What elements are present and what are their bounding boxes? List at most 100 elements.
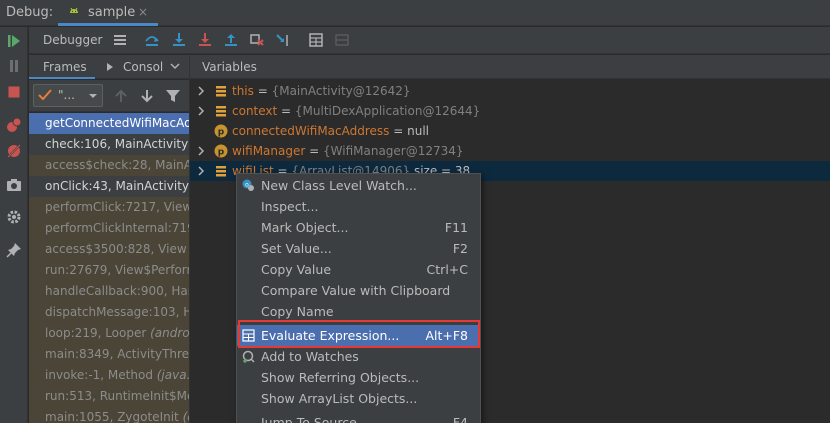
tab-sample[interactable]: sample × (58, 0, 158, 26)
settings-gear-icon[interactable] (6, 209, 22, 225)
variable-equals: = (305, 144, 323, 158)
menu-item-label: Show ArrayList Objects... (261, 391, 418, 406)
tab-console[interactable]: Consol (123, 60, 163, 74)
variable-row[interactable]: context = {MultiDexApplication@12644} (190, 101, 830, 121)
filter-icon[interactable] (165, 88, 181, 104)
drop-frame-icon[interactable] (249, 32, 265, 48)
arrow-up-icon[interactable] (113, 88, 129, 104)
svg-text:p: p (218, 128, 225, 138)
mute-breakpoints-icon[interactable] (6, 143, 22, 159)
tab-debugger[interactable]: Debugger (43, 33, 102, 47)
menu-item-jump-to-source[interactable]: Jump To Source F4 (237, 412, 480, 423)
debugger-toolbar: Debugger (29, 27, 830, 54)
frame-row[interactable]: access$3500:828, View (a (29, 239, 189, 260)
variable-type: {WifiManager@12734} (323, 144, 464, 158)
thread-dropdown[interactable]: "... (33, 84, 103, 107)
frame-row[interactable]: main:8349, ActivityThreac (29, 344, 189, 365)
frame-method: run:513, RuntimeInit$Me (45, 389, 189, 403)
variable-text: wifiManager = {WifiManager@12734} (232, 141, 464, 161)
frame-row[interactable]: handleCallback:900, Han (29, 281, 189, 302)
menu-item-add-to-watches[interactable]: Add to Watches (237, 346, 480, 367)
frame-method: onClick:43, MainActivity$ (45, 179, 189, 193)
menu-item-label: Mark Object... (261, 220, 349, 235)
checkmark-icon (38, 89, 52, 101)
menu-item-evaluate-expression[interactable]: Evaluate Expression... Alt+F8 (237, 325, 480, 346)
frame-method: main:1055, ZygoteInit (45, 410, 183, 423)
variables-header: Variables (190, 55, 830, 79)
step-out-icon[interactable] (223, 32, 239, 48)
pause-icon[interactable] (6, 58, 22, 74)
pin-icon[interactable] (6, 242, 22, 258)
frame-method: handleCallback:900, Han (45, 284, 189, 298)
field-icon (216, 106, 226, 117)
frame-class: (java. (156, 368, 189, 382)
force-step-into-icon[interactable] (197, 32, 213, 48)
evaluate-expression-icon[interactable] (308, 32, 324, 48)
run-to-cursor-icon[interactable] (275, 32, 291, 48)
menu-item-shortcut: F11 (444, 220, 468, 235)
menu-item-label: Jump To Source (261, 415, 357, 423)
trace-icon[interactable] (334, 32, 350, 48)
menu-item-show-referring-objects[interactable]: Show Referring Objects... (237, 367, 480, 388)
frame-row[interactable]: onClick:43, MainActivity$ (29, 176, 189, 197)
variable-row[interactable]: this = {MainActivity@12642} (190, 81, 830, 101)
frame-row[interactable]: dispatchMessage:103, H (29, 302, 189, 323)
frame-row[interactable]: run:27679, View$Perform (29, 260, 189, 281)
menu-item-shortcut: F4 (452, 415, 468, 423)
menu-item-copy-name[interactable]: Copy Name (237, 301, 480, 322)
hamburger-menu-icon[interactable] (112, 32, 128, 48)
calculator-icon (242, 329, 255, 342)
resume-icon[interactable] (6, 33, 22, 49)
view-breakpoints-icon[interactable] (6, 117, 22, 133)
variable-row[interactable]: p wifiManager = {WifiManager@12734} (190, 141, 830, 161)
menu-item-label: Compare Value with Clipboard (261, 283, 451, 298)
variable-equals: = (277, 104, 295, 118)
step-into-icon[interactable] (171, 32, 187, 48)
menu-item-new-class-level-watch[interactable]: o New Class Level Watch... (237, 175, 480, 196)
menu-item-mark-object[interactable]: Mark Object... F11 (237, 217, 480, 238)
menu-item-label: New Class Level Watch... (261, 178, 417, 193)
expand-chevron-icon[interactable] (196, 105, 206, 117)
frame-row[interactable]: check:106, MainActivity ( (29, 134, 189, 155)
frame-method: main:8349, ActivityThreac (45, 347, 189, 361)
menu-item-set-value[interactable]: Set Value... F2 (237, 238, 480, 259)
frame-row[interactable]: run:513, RuntimeInit$Me (29, 386, 189, 407)
variable-type: {MultiDexApplication@12644} (294, 104, 481, 118)
stop-icon[interactable] (6, 84, 22, 100)
frame-row[interactable]: performClickInternal:719 (29, 218, 189, 239)
camera-icon[interactable] (6, 177, 22, 193)
frame-row[interactable]: getConnectedWifiMacAd (29, 113, 189, 134)
close-tab-icon[interactable]: × (138, 5, 148, 19)
menu-item-compare-value-with-clipboard[interactable]: Compare Value with Clipboard (237, 280, 480, 301)
variable-name: wifiManager (232, 144, 306, 158)
context-menu: o New Class Level Watch... Inspect... Mark … (236, 173, 481, 423)
variable-name: this (232, 84, 254, 98)
chevron-down-icon[interactable] (169, 58, 181, 74)
frame-row[interactable]: main:1055, ZygoteInit (co (29, 407, 189, 423)
svg-text:o: o (245, 182, 249, 189)
left-toolbar (0, 27, 28, 423)
frame-row[interactable]: loop:219, Looper (andro (29, 323, 189, 344)
frame-method: run:27679, View$Perform (45, 263, 189, 277)
frame-row[interactable]: invoke:-1, Method (java. (29, 365, 189, 386)
menu-item-show-arraylist-objects[interactable]: Show ArrayList Objects... (237, 388, 480, 409)
frame-row[interactable]: access$check:28, MainA (29, 155, 189, 176)
variable-name: connectedWifiMacAddress (232, 124, 390, 138)
variable-row[interactable]: p connectedWifiMacAddress = null (190, 121, 830, 141)
expand-chevron-icon[interactable] (196, 85, 206, 97)
expand-chevron-icon[interactable] (196, 165, 206, 177)
watch-icon: o (242, 179, 254, 191)
frame-method: performClickInternal:719 (45, 221, 189, 235)
menu-item-inspect[interactable]: Inspect... (237, 196, 480, 217)
debug-label: Debug: (6, 5, 54, 20)
tab-frames[interactable]: Frames (29, 55, 95, 79)
menu-item-label: Copy Name (261, 304, 334, 319)
menu-item-label: Evaluate Expression... (261, 328, 400, 343)
expand-chevron-icon[interactable] (196, 145, 206, 157)
step-over-icon[interactable] (144, 32, 160, 48)
arrow-down-icon[interactable] (139, 88, 155, 104)
menu-item-shortcut: F2 (452, 241, 468, 256)
frame-method: check:106, MainActivity (45, 137, 189, 151)
frame-row[interactable]: performClick:7217, View (29, 197, 189, 218)
menu-item-copy-value[interactable]: Copy Value Ctrl+C (237, 259, 480, 280)
